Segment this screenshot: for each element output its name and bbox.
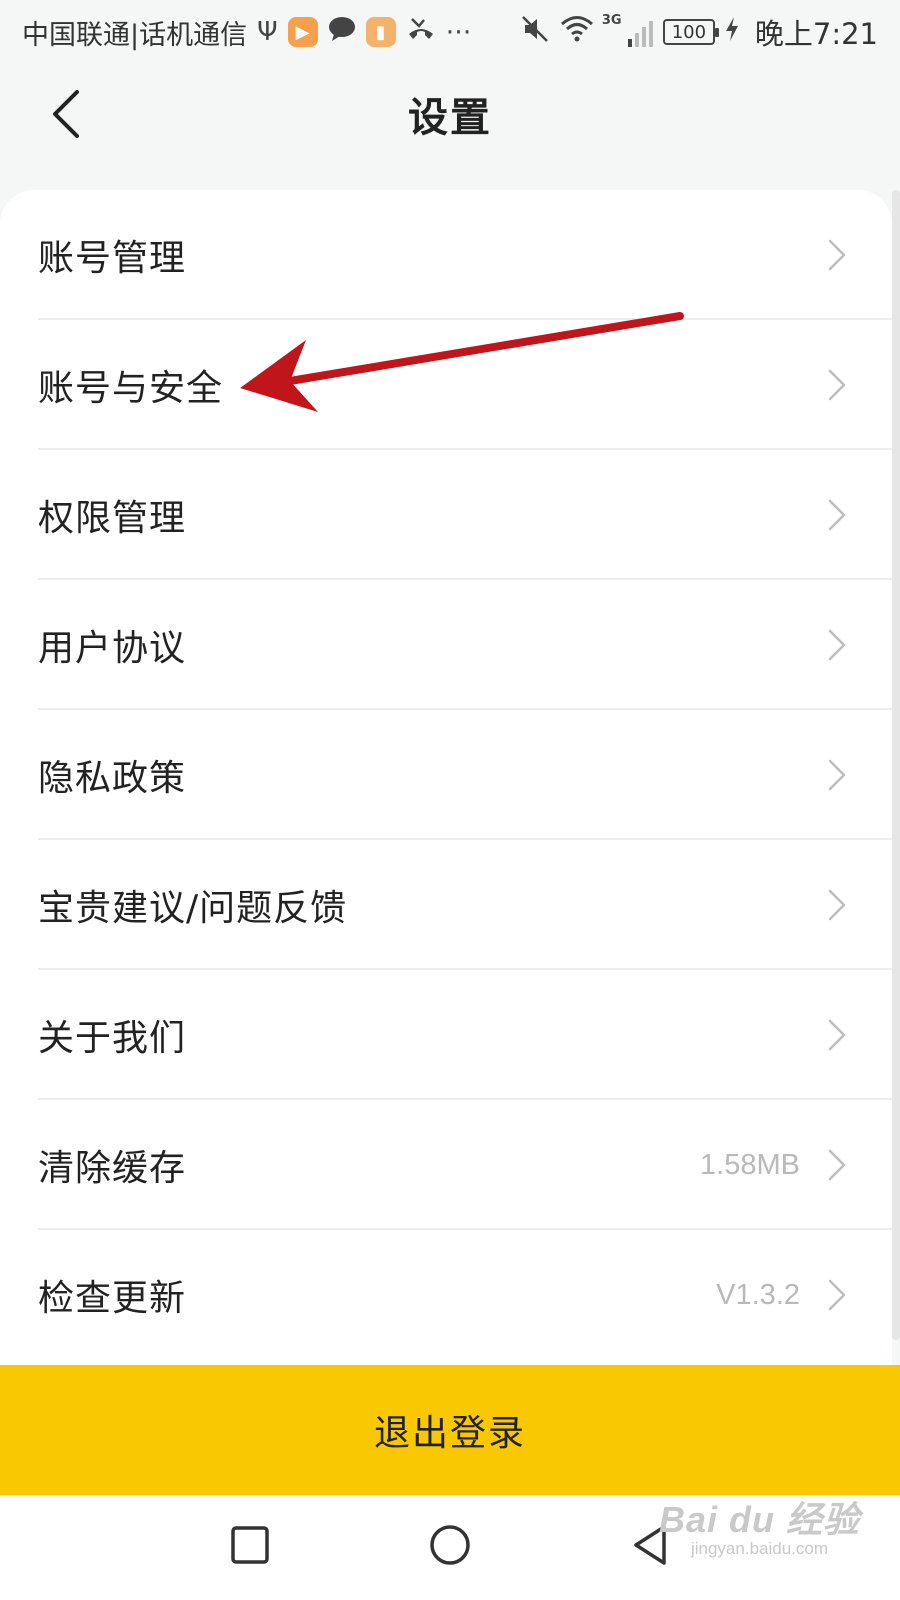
watermark-url: jingyan.baidu.com [690, 1538, 828, 1558]
back-button[interactable] [34, 82, 98, 146]
settings-item-clear-cache[interactable]: 清除缓存 1.58MB [0, 1100, 892, 1230]
circle-icon [430, 1525, 470, 1565]
settings-item-label: 权限管理 [38, 498, 187, 539]
mute-icon [520, 14, 550, 51]
chevron-left-icon [53, 90, 79, 138]
settings-item-label: 检查更新 [38, 1278, 187, 1319]
chevron-right-icon [826, 885, 852, 925]
missed-call-icon [406, 16, 436, 49]
status-right: 3G 100 晚上7:21 [520, 11, 878, 53]
settings-item-about-us[interactable]: 关于我们 [0, 970, 892, 1100]
status-bar: 中国联通|话机通信 Ψ ▶ ▮ ⋯ 3G 100 晚上7:21 [0, 0, 900, 64]
nav-header: 设置 [0, 64, 900, 164]
clock: 晚上7:21 [754, 17, 878, 51]
message-icon [328, 16, 356, 49]
logout-button[interactable]: 退出登录 [0, 1365, 900, 1495]
chevron-right-icon [826, 1015, 852, 1055]
settings-card: 账号管理 账号与安全 权限管理 用户协议 隐私政策 宝贵建议/问题反馈 关于我们… [0, 190, 892, 1365]
settings-item-label: 宝贵建议/问题反馈 [38, 888, 348, 929]
chevron-right-icon [826, 625, 852, 665]
logout-label: 退出登录 [373, 1412, 526, 1453]
cache-size-value: 1.58MB [700, 1148, 800, 1181]
network-type-label: 3G [601, 13, 622, 28]
watermark-logo: Bai du 经验 [658, 1499, 860, 1540]
settings-item-label: 关于我们 [38, 1018, 187, 1059]
app-version-value: V1.3.2 [716, 1278, 800, 1311]
square-icon [231, 1526, 269, 1564]
chevron-right-icon [826, 1275, 852, 1315]
settings-item-label: 隐私政策 [38, 758, 187, 799]
settings-item-account-security[interactable]: 账号与安全 [0, 320, 892, 450]
note-app-icon: ▮ [365, 17, 396, 47]
battery-level: 100 [671, 21, 707, 43]
chevron-right-icon [826, 755, 852, 795]
chevron-right-icon [826, 1145, 852, 1185]
signal-icon: 3G [602, 13, 653, 47]
settings-item-privacy-policy[interactable]: 隐私政策 [0, 710, 892, 840]
settings-list: 账号管理 账号与安全 权限管理 用户协议 隐私政策 宝贵建议/问题反馈 关于我们… [0, 190, 892, 1360]
video-app-icon: ▶ [287, 17, 318, 47]
settings-item-check-update[interactable]: 检查更新 V1.3.2 [0, 1230, 892, 1360]
recent-apps-button[interactable] [220, 1515, 280, 1575]
watermark: Bai du 经验 jingyan.baidu.com [659, 1500, 860, 1558]
settings-item-label: 账号与安全 [38, 368, 224, 409]
battery-icon: 100 [662, 19, 719, 45]
settings-item-permissions[interactable]: 权限管理 [0, 450, 892, 580]
more-icon: ⋯ [445, 17, 472, 47]
chevron-right-icon [826, 495, 852, 535]
settings-screen: 中国联通|话机通信 Ψ ▶ ▮ ⋯ 3G 100 晚上7:21 设置 账号管理 … [0, 0, 900, 1600]
status-left: 中国联通|话机通信 Ψ ▶ ▮ ⋯ [22, 13, 472, 52]
settings-item-feedback[interactable]: 宝贵建议/问题反馈 [0, 840, 892, 970]
scrollbar[interactable] [892, 190, 900, 1340]
carrier-label: 中国联通|话机通信 [22, 19, 248, 51]
settings-item-label: 用户协议 [38, 628, 187, 669]
wifi-icon [560, 15, 594, 50]
settings-item-user-agreement[interactable]: 用户协议 [0, 580, 892, 710]
settings-item-account-management[interactable]: 账号管理 [0, 190, 892, 320]
page-title: 设置 [408, 95, 492, 141]
settings-item-label: 账号管理 [38, 238, 187, 279]
settings-item-label: 清除缓存 [38, 1148, 187, 1189]
chevron-right-icon [826, 365, 852, 405]
home-button[interactable] [420, 1515, 480, 1575]
chevron-right-icon [826, 235, 852, 275]
charging-icon [725, 16, 739, 49]
usb-icon: Ψ [257, 17, 278, 47]
